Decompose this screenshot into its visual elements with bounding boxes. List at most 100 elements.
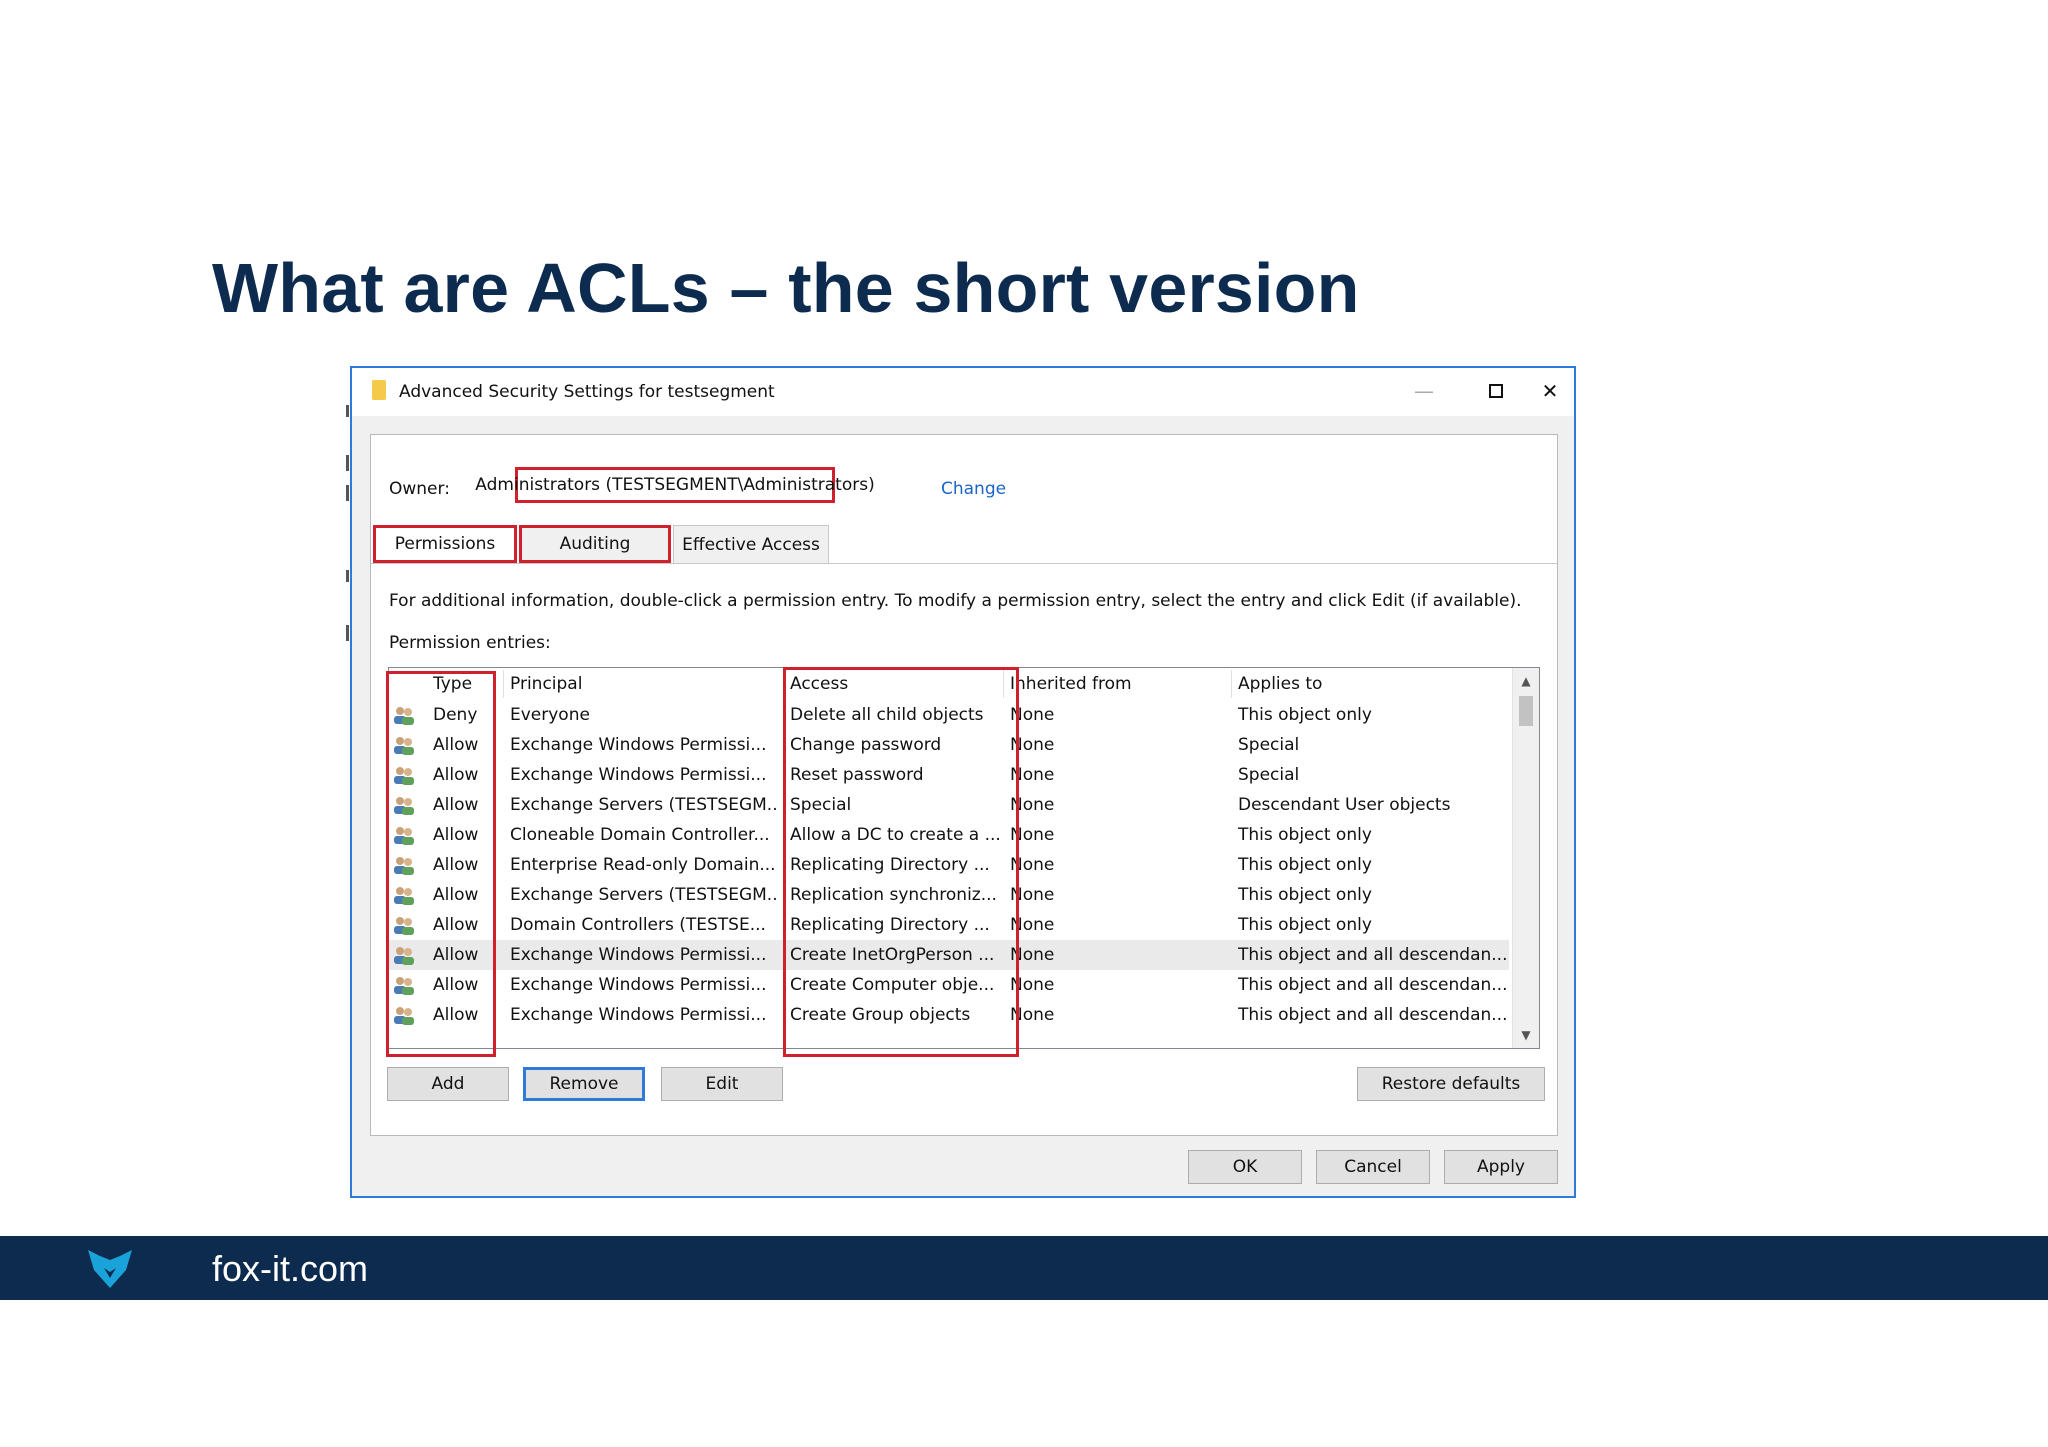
row-access: Replication synchroniz...	[790, 885, 997, 905]
row-type: Allow	[433, 975, 479, 995]
scroll-down-icon[interactable]: ▼	[1513, 1024, 1539, 1046]
row-type: Allow	[433, 915, 479, 935]
column-separator	[1231, 670, 1232, 698]
column-header-applies-to[interactable]: Applies to	[1238, 674, 1322, 694]
row-principal: Domain Controllers (TESTSE...	[510, 915, 766, 935]
row-type: Allow	[433, 945, 479, 965]
row-type: Allow	[433, 765, 479, 785]
edit-button[interactable]: Edit	[661, 1067, 783, 1101]
column-separator	[1003, 670, 1004, 698]
row-applies-to: Descendant User objects	[1238, 795, 1451, 815]
scroll-up-icon[interactable]: ▲	[1513, 670, 1539, 692]
table-row[interactable]: Allow Exchange Windows Permissi... Create …	[389, 940, 1509, 970]
row-principal: Exchange Servers (TESTSEGM...	[510, 795, 776, 815]
footer-bar: fox-it.com	[0, 1236, 2048, 1300]
column-header-inherited-from[interactable]: Inherited from	[1010, 674, 1132, 694]
column-separator	[503, 670, 504, 698]
row-type: Allow	[433, 795, 479, 815]
row-applies-to: This object and all descendan...	[1238, 975, 1508, 995]
owner-change-link[interactable]: Change	[941, 479, 1006, 499]
info-text: For additional information, double-click…	[389, 591, 1522, 611]
row-applies-to: Special	[1238, 735, 1300, 755]
user-group-icon	[394, 947, 414, 965]
row-type: Allow	[433, 735, 479, 755]
row-inherited-from: None	[1010, 945, 1055, 965]
user-group-icon	[394, 827, 414, 845]
tab-effective-access[interactable]: Effective Access	[673, 525, 829, 563]
maximize-button[interactable]	[1466, 372, 1526, 410]
scroll-thumb[interactable]	[1519, 696, 1533, 726]
column-header-type[interactable]: Type	[433, 674, 472, 694]
row-type: Allow	[433, 825, 479, 845]
maximize-icon	[1489, 384, 1503, 398]
row-applies-to: This object only	[1238, 705, 1372, 725]
slide: What are ACLs – the short version Advanc…	[0, 0, 2048, 1447]
user-group-icon	[394, 797, 414, 815]
apply-button[interactable]: Apply	[1444, 1150, 1558, 1184]
row-principal: Exchange Windows Permissi...	[510, 1005, 767, 1025]
row-access: Special	[790, 795, 852, 815]
row-principal: Exchange Windows Permissi...	[510, 945, 767, 965]
add-button[interactable]: Add	[387, 1067, 509, 1101]
row-type: Allow	[433, 885, 479, 905]
row-type: Deny	[433, 705, 478, 725]
minimize-button[interactable]: —	[1394, 372, 1454, 410]
security-settings-dialog: Advanced Security Settings for testsegme…	[350, 366, 1576, 1198]
row-inherited-from: None	[1010, 735, 1055, 755]
table-row[interactable]: Allow Enterprise Read-only Domain... Repli…	[389, 850, 1509, 880]
restore-defaults-button[interactable]: Restore defaults	[1357, 1067, 1545, 1101]
user-group-icon	[394, 887, 414, 905]
table-row[interactable]: Allow Exchange Windows Permissi... Create …	[389, 970, 1509, 1000]
user-group-icon	[394, 1007, 414, 1025]
table-row[interactable]: Deny Everyone Delete all child objects None…	[389, 700, 1509, 730]
row-principal: Exchange Windows Permissi...	[510, 975, 767, 995]
vertical-scrollbar[interactable]: ▲ ▼	[1512, 668, 1539, 1048]
table-row[interactable]: Allow Exchange Windows Permissi... Reset p…	[389, 760, 1509, 790]
row-access: Delete all child objects	[790, 705, 984, 725]
footer-website[interactable]: fox-it.com	[212, 1248, 368, 1290]
row-principal: Cloneable Domain Controller...	[510, 825, 770, 845]
row-inherited-from: None	[1010, 825, 1055, 845]
row-access: Create InetOrgPerson ...	[790, 945, 995, 965]
row-inherited-from: None	[1010, 975, 1055, 995]
row-inherited-from: None	[1010, 705, 1055, 725]
row-principal: Everyone	[510, 705, 590, 725]
row-applies-to: Special	[1238, 765, 1300, 785]
user-group-icon	[394, 857, 414, 875]
row-inherited-from: None	[1010, 915, 1055, 935]
row-applies-to: This object and all descendan...	[1238, 945, 1508, 965]
slide-title: What are ACLs – the short version	[212, 249, 1360, 327]
permission-entries-label: Permission entries:	[389, 633, 551, 653]
row-type: Allow	[433, 1005, 479, 1025]
dialog-titlebar[interactable]: Advanced Security Settings for testsegme…	[352, 368, 1574, 416]
table-row[interactable]: Allow Exchange Servers (TESTSEGM... Replic…	[389, 880, 1509, 910]
user-group-icon	[394, 737, 414, 755]
content-panel: Owner: Administrators (TESTSEGMENT\Admin…	[370, 434, 1558, 1136]
column-header-principal[interactable]: Principal	[510, 674, 582, 694]
row-access: Allow a DC to create a ...	[790, 825, 1000, 845]
column-separator	[783, 670, 784, 698]
table-row[interactable]: Allow Exchange Servers (TESTSEGM... Specia…	[389, 790, 1509, 820]
dialog-title: Advanced Security Settings for testsegme…	[399, 382, 775, 402]
table-row[interactable]: Allow Cloneable Domain Controller... Allow…	[389, 820, 1509, 850]
row-principal: Enterprise Read-only Domain...	[510, 855, 776, 875]
row-applies-to: This object and all descendan...	[1238, 1005, 1508, 1025]
cancel-button[interactable]: Cancel	[1316, 1150, 1430, 1184]
folder-icon	[372, 380, 386, 400]
list-header: Type Principal Access Inherited from App…	[389, 668, 1539, 700]
row-principal: Exchange Servers (TESTSEGM...	[510, 885, 776, 905]
tab-auditing[interactable]: Auditing	[519, 525, 671, 563]
remove-button[interactable]: Remove	[523, 1067, 645, 1101]
table-row[interactable]: Allow Domain Controllers (TESTSE... Replic…	[389, 910, 1509, 940]
row-type: Allow	[433, 855, 479, 875]
row-inherited-from: None	[1010, 885, 1055, 905]
permission-entries-list[interactable]: Type Principal Access Inherited from App…	[388, 667, 1540, 1049]
column-header-access[interactable]: Access	[790, 674, 848, 694]
user-group-icon	[394, 977, 414, 995]
table-row[interactable]: Allow Exchange Windows Permissi... Create …	[389, 1000, 1509, 1030]
ok-button[interactable]: OK	[1188, 1150, 1302, 1184]
row-access: Change password	[790, 735, 942, 755]
table-row[interactable]: Allow Exchange Windows Permissi... Change …	[389, 730, 1509, 760]
tab-permissions[interactable]: Permissions	[373, 525, 517, 563]
close-button[interactable]: ✕	[1520, 372, 1580, 410]
